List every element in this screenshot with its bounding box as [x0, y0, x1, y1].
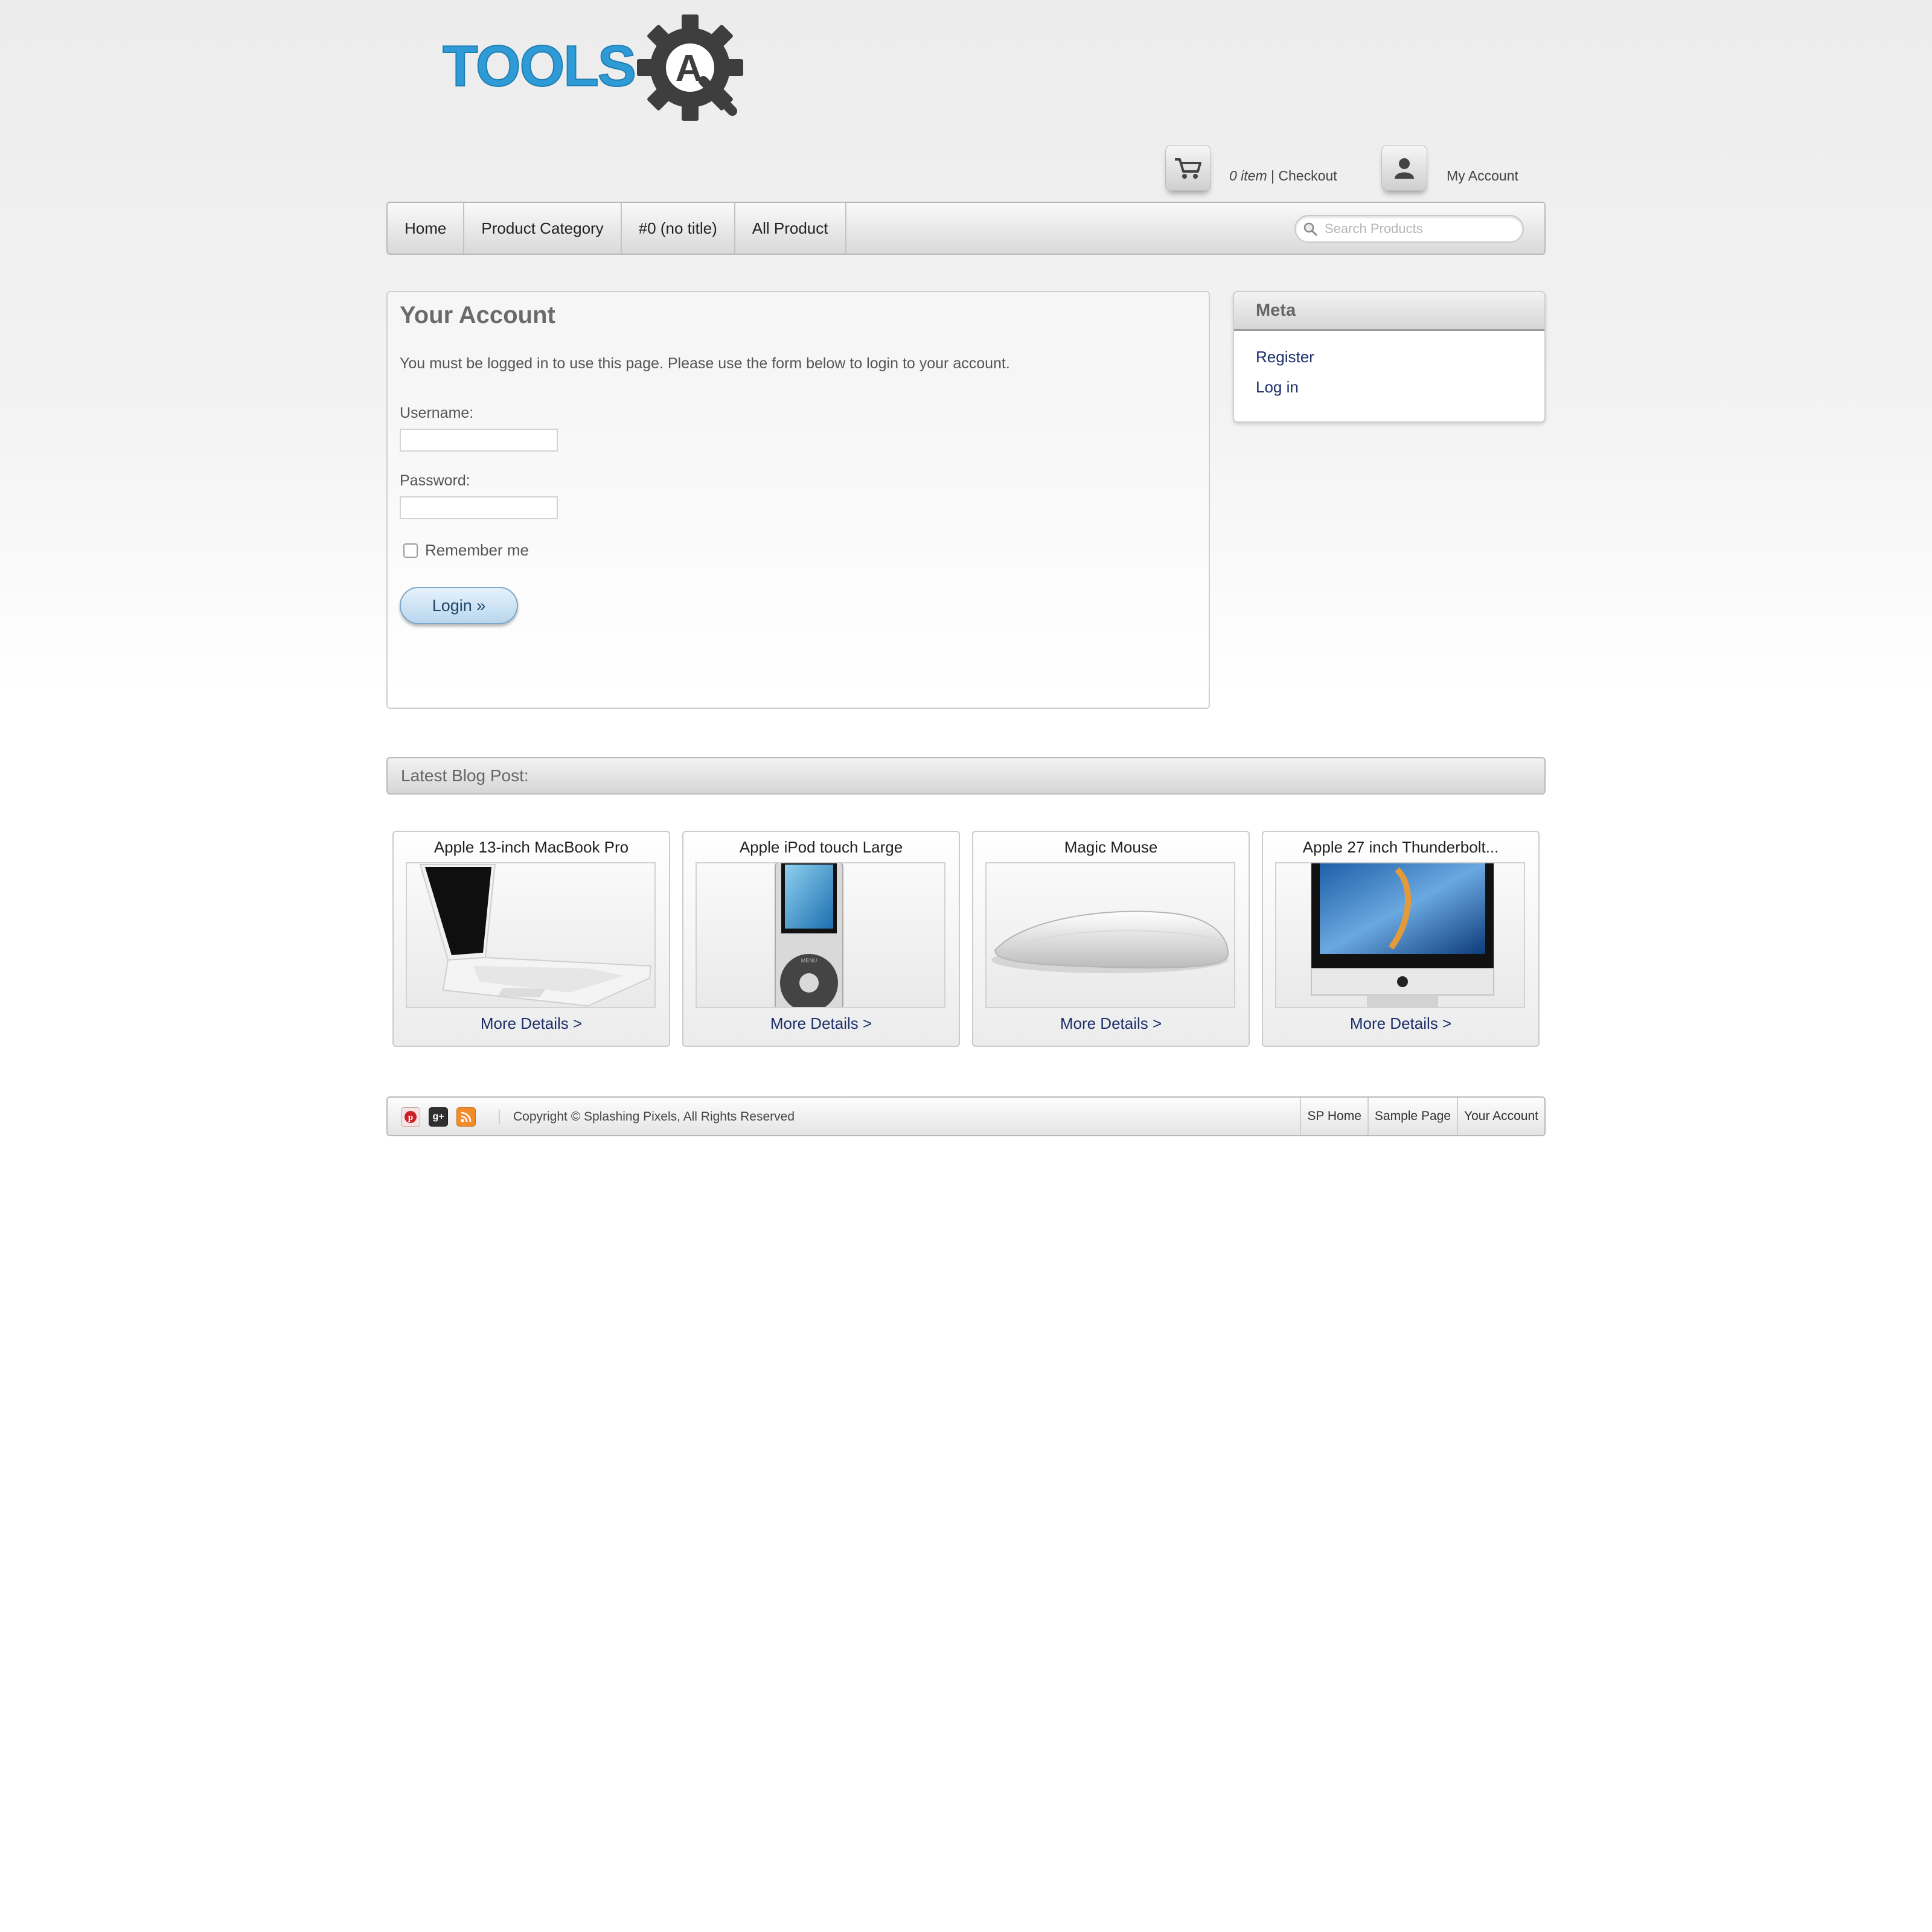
more-details-link[interactable]: More Details >	[394, 1014, 669, 1033]
product-card[interactable]: Magic Mouse More Details >	[972, 831, 1250, 1047]
password-field[interactable]	[400, 496, 558, 519]
google-plus-icon[interactable]: g+	[429, 1107, 448, 1127]
copyright-text: Copyright © Splashing Pixels, All Rights…	[513, 1110, 795, 1124]
footer-links: SP Home Sample Page Your Account	[1300, 1098, 1544, 1135]
product-image-frame[interactable]	[985, 862, 1235, 1008]
product-title[interactable]: Magic Mouse	[973, 838, 1249, 857]
footer-link-sample-page[interactable]: Sample Page	[1367, 1098, 1457, 1135]
nav-item-no-title[interactable]: #0 (no title)	[622, 203, 735, 254]
pinterest-icon[interactable]: p	[401, 1107, 420, 1127]
username-label: Username:	[400, 405, 474, 421]
nav-item-product-category[interactable]: Product Category	[464, 203, 622, 254]
footer-divider	[499, 1110, 500, 1124]
log-in-link[interactable]: Log in	[1256, 378, 1299, 397]
nav-item-home[interactable]: Home	[388, 203, 465, 254]
footer-link-sp-home[interactable]: SP Home	[1300, 1098, 1367, 1135]
logo-emblem-letter: A	[676, 48, 703, 89]
cart-summary[interactable]: 0 item | Checkout	[1229, 168, 1337, 184]
username-field[interactable]	[400, 429, 558, 452]
svg-text:MENU: MENU	[801, 958, 817, 964]
login-button[interactable]: Login »	[400, 587, 518, 624]
account-button[interactable]	[1381, 145, 1427, 191]
product-card[interactable]: Apple iPod touch Large MENU More Details…	[682, 831, 960, 1047]
nav-item-all-product[interactable]: All Product	[735, 203, 846, 254]
product-image-frame[interactable]	[1275, 862, 1525, 1008]
product-title[interactable]: Apple 13-inch MacBook Pro	[394, 838, 669, 857]
meta-widget: Meta Register Log in	[1233, 291, 1546, 423]
page-title: Your Account	[400, 302, 555, 328]
product-card[interactable]: Apple 13-inch MacBook Pro More Details >	[392, 831, 670, 1047]
site-footer: p g+ Copyright © Splashing Pixels, All R…	[386, 1096, 1546, 1136]
register-link[interactable]: Register	[1256, 348, 1314, 366]
gear-icon: A	[637, 14, 743, 121]
password-label: Password:	[400, 472, 470, 489]
product-title[interactable]: Apple iPod touch Large	[683, 838, 959, 857]
mouse-image	[991, 910, 1229, 973]
product-image-frame[interactable]	[406, 862, 656, 1008]
monitor-image	[1311, 863, 1494, 1007]
latest-blog-post-header: Latest Blog Post:	[386, 757, 1546, 795]
remember-me-checkbox[interactable]	[403, 543, 418, 558]
cart-button[interactable]	[1165, 145, 1211, 191]
main-navigation: Home Product Category #0 (no title) All …	[386, 202, 1546, 255]
user-icon	[1395, 158, 1414, 179]
cart-icon	[1175, 158, 1201, 179]
meta-title: Meta	[1234, 292, 1544, 331]
more-details-link[interactable]: More Details >	[973, 1014, 1249, 1033]
account-panel: Your Account You must be logged in to us…	[386, 291, 1210, 709]
cart-count: 0 item	[1229, 168, 1267, 184]
laptop-image	[419, 864, 652, 1007]
logo-text: TOOLS	[443, 34, 635, 98]
ipod-image: MENU	[775, 863, 843, 1007]
site-logo[interactable]: TOOLS A	[443, 12, 744, 121]
my-account-link[interactable]: My Account	[1447, 168, 1518, 184]
product-title[interactable]: Apple 27 inch Thunderbolt...	[1263, 838, 1538, 857]
remember-me-label[interactable]: Remember me	[425, 541, 529, 560]
more-details-link[interactable]: More Details >	[683, 1014, 959, 1033]
rss-icon[interactable]	[456, 1107, 476, 1127]
product-image-frame[interactable]: MENU	[696, 862, 945, 1008]
search-box[interactable]	[1294, 215, 1524, 243]
product-card[interactable]: Apple 27 inch Thunderbolt... More Detail…	[1262, 831, 1540, 1047]
svg-text:p: p	[408, 1113, 413, 1122]
footer-link-your-account[interactable]: Your Account	[1457, 1098, 1544, 1135]
more-details-link[interactable]: More Details >	[1263, 1014, 1538, 1033]
search-icon	[1303, 222, 1317, 236]
checkout-link[interactable]: Checkout	[1278, 168, 1337, 184]
search-input[interactable]	[1323, 220, 1517, 237]
login-required-message: You must be logged in to use this page. …	[400, 355, 1010, 372]
cart-separator: |	[1267, 168, 1279, 184]
